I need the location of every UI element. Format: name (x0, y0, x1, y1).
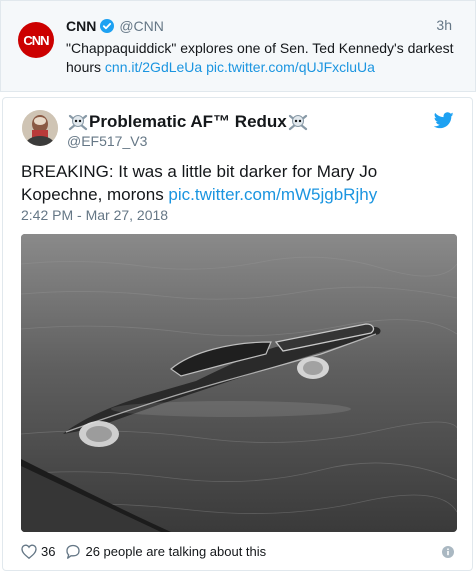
tweet-pic-link[interactable]: pic.twitter.com/mW5jgbRjhy (168, 185, 377, 204)
quoted-link-pic[interactable]: pic.twitter.com/qUJFxcluUa (206, 59, 375, 75)
tweet-text: BREAKING: It was a little bit darker for… (21, 160, 461, 206)
skull-crossbones-icon (287, 112, 309, 132)
quoted-link-cnn[interactable]: cnn.it/2GdLeUa (105, 59, 202, 75)
reply-bubble-icon (66, 544, 81, 559)
verified-badge-icon (100, 19, 115, 33)
heart-icon (21, 543, 37, 559)
quoted-tweet[interactable]: CNN CNN @CNN 3h "Chappaquiddick" explore… (0, 0, 476, 92)
tweet-actions: 36 26 people are talking about this (21, 541, 276, 561)
tweet-timestamp[interactable]: 2:42 PM - Mar 27, 2018 (21, 207, 168, 223)
twitter-bird-icon[interactable] (433, 112, 454, 129)
tweet-photo[interactable] (21, 234, 457, 532)
author-name[interactable]: Problematic AF™ Redux (67, 111, 309, 132)
cnn-avatar[interactable]: CNN (18, 22, 54, 58)
info-icon[interactable] (442, 545, 454, 558)
quoted-tweet-text: "Chappaquiddick" explores one of Sen. Te… (66, 39, 458, 77)
quoted-author-handle[interactable]: @CNN (119, 17, 164, 35)
replies-label: 26 people are talking about this (85, 543, 267, 559)
tweet-card: Problematic AF™ Redux @EF517_V3 BREAKING… (2, 97, 473, 571)
quoted-author-name[interactable]: CNN (66, 17, 96, 35)
skull-crossbones-icon (67, 112, 89, 132)
author-handle[interactable]: @EF517_V3 (67, 133, 147, 149)
author-display-name: Problematic AF™ Redux (89, 112, 287, 131)
quoted-tweet-header: CNN @CNN (66, 17, 164, 35)
avatar[interactable] (22, 110, 58, 146)
cnn-logo-text: CNN (23, 33, 49, 48)
quoted-tweet-time[interactable]: 3h (436, 17, 452, 33)
like-button[interactable]: 36 (21, 544, 55, 559)
like-count: 36 (41, 543, 56, 559)
reply-button[interactable]: 26 people are talking about this (65, 544, 266, 559)
